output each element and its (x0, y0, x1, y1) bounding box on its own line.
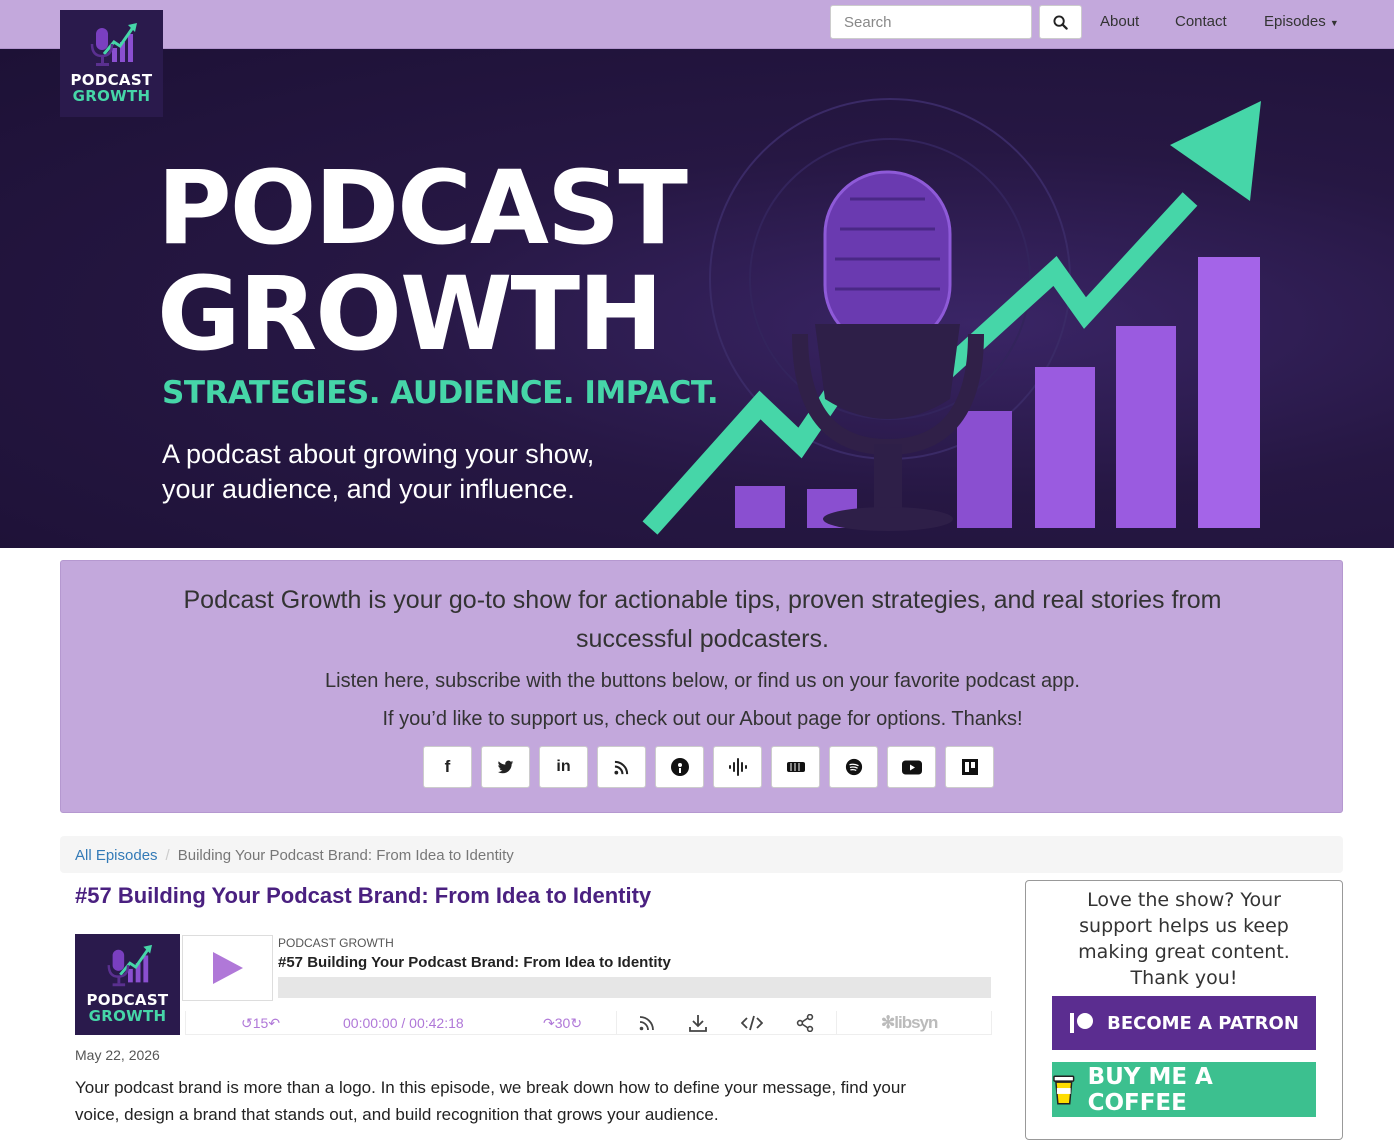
rss-icon[interactable] (639, 1015, 655, 1031)
audio-player: PODCAST GROWTH PODCAST GROWTH #57 Buildi… (75, 934, 992, 1035)
buy-me-a-coffee-button[interactable]: BUY ME A COFFEE (1052, 1062, 1316, 1117)
apple-podcasts-icon (670, 758, 689, 776)
breadcrumb: All Episodes / Building Your Podcast Brand… (60, 836, 1343, 873)
spotify-button[interactable] (829, 746, 878, 788)
search-icon (1053, 14, 1068, 30)
youtube-button[interactable] (887, 746, 936, 788)
microphone-chart-icon (90, 23, 137, 66)
player-episode-title: #57 Building Your Podcast Brand: From Id… (278, 954, 671, 971)
player-controls: ↺15↶ 00:00:00 / 00:42:18 ↷30↻ ✻libsyn (185, 1011, 992, 1035)
player-progress-bar[interactable] (278, 977, 991, 998)
caret-down-icon: ▼ (1329, 18, 1339, 28)
spotify-icon (845, 758, 862, 776)
player-time: 00:00:00 / 00:42:18 (343, 1015, 464, 1031)
episode-title: #57 Building Your Podcast Brand: From Id… (75, 883, 652, 908)
rewind-seconds: 15 (252, 1015, 269, 1031)
support-box: Love the show? Your support helps us kee… (1025, 880, 1343, 1140)
social-buttons: f in (423, 746, 994, 788)
episode-description: Your podcast brand is more than a logo. … (75, 1078, 906, 1124)
player-artwork: PODCAST GROWTH (75, 934, 180, 1035)
rss-icon (614, 760, 629, 775)
nav-contact-link[interactable]: Contact (1175, 13, 1227, 30)
forward-seconds: 30 (554, 1015, 571, 1031)
libsyn-logo[interactable]: ✻libsyn (881, 1013, 938, 1033)
apple-podcasts-button[interactable] (655, 746, 704, 788)
play-button[interactable] (182, 935, 273, 1001)
breadcrumb-all-episodes-link[interactable]: All Episodes (75, 847, 158, 864)
episode-date: May 22, 2026 (75, 1047, 160, 1063)
linkedin-icon: in (556, 758, 571, 775)
pocket-casts-button[interactable] (945, 746, 994, 788)
player-art-text-podcast: PODCAST (86, 991, 169, 1009)
hero-banner: PODCAST GROWTH STRATEGIES. AUDIENCE. IMP… (0, 49, 1394, 548)
hero-tagline: STRATEGIES. AUDIENCE. IMPACT. (162, 375, 719, 411)
youtube-icon (901, 760, 922, 774)
search-input[interactable] (830, 5, 1032, 39)
facebook-icon: f (444, 757, 451, 776)
nav-episodes-dropdown[interactable]: Episodes ▼ (1264, 13, 1339, 30)
search-button[interactable] (1039, 5, 1082, 39)
divider (616, 1011, 617, 1035)
hero-title-line2: GROWTH (157, 255, 663, 374)
twitter-button[interactable] (481, 746, 530, 788)
breadcrumb-current: Building Your Podcast Brand: From Idea t… (177, 847, 514, 864)
facebook-button[interactable]: f (423, 746, 472, 788)
top-navbar: About Contact Episodes ▼ (0, 0, 1394, 49)
stitcher-icon (786, 762, 805, 772)
player-show-name: PODCAST GROWTH (278, 936, 394, 950)
microphone-chart-icon (107, 944, 152, 987)
play-icon (212, 952, 243, 984)
libsyn-logo-text: libsyn (894, 1013, 938, 1032)
coffee-label: BUY ME A COFFEE (1087, 1063, 1213, 1116)
pocket-casts-icon (961, 759, 978, 775)
hero-subtitle: A podcast about growing your show, your … (162, 439, 595, 504)
site-logo[interactable]: PODCAST GROWTH (60, 10, 163, 117)
intro-lead-text: Podcast Growth is your go-to show for ac… (183, 586, 1222, 653)
google-podcasts-icon (728, 758, 747, 776)
player-art-text-growth: GROWTH (88, 1007, 167, 1025)
intro-subscribe-text: Listen here, subscribe with the buttons … (325, 670, 1080, 692)
nav-about-link[interactable]: About (1100, 13, 1139, 30)
become-a-patron-button[interactable]: BECOME A PATRON (1052, 996, 1316, 1050)
logo-text-podcast: PODCAST (70, 71, 153, 89)
stitcher-button[interactable] (771, 746, 820, 788)
hero-title-line1: PODCAST (157, 149, 688, 268)
patreon-icon (1070, 1013, 1094, 1033)
share-icon[interactable] (796, 1014, 814, 1032)
hero-illustration (642, 98, 1261, 535)
logo-text-growth: GROWTH (72, 87, 151, 105)
linkedin-button[interactable]: in (539, 746, 588, 788)
coffee-cup-icon (1053, 1075, 1075, 1104)
download-icon[interactable] (689, 1014, 707, 1032)
patron-label: BECOME A PATRON (1107, 1012, 1299, 1034)
rewind-button[interactable]: ↺15↶ (241, 1015, 280, 1032)
google-podcasts-button[interactable] (713, 746, 762, 788)
rss-button[interactable] (597, 746, 646, 788)
intro-support-text: If you’d like to support us, check out o… (382, 708, 1023, 730)
embed-code-icon[interactable] (741, 1015, 763, 1031)
intro-panel: Podcast Growth is your go-to show for ac… (60, 560, 1343, 813)
forward-button[interactable]: ↷30↻ (543, 1015, 582, 1032)
breadcrumb-separator: / (165, 847, 170, 864)
divider (836, 1011, 837, 1035)
support-text: Love the show? Your support helps us kee… (1078, 889, 1290, 989)
twitter-icon (497, 760, 514, 773)
nav-episodes-label: Episodes (1264, 13, 1326, 30)
